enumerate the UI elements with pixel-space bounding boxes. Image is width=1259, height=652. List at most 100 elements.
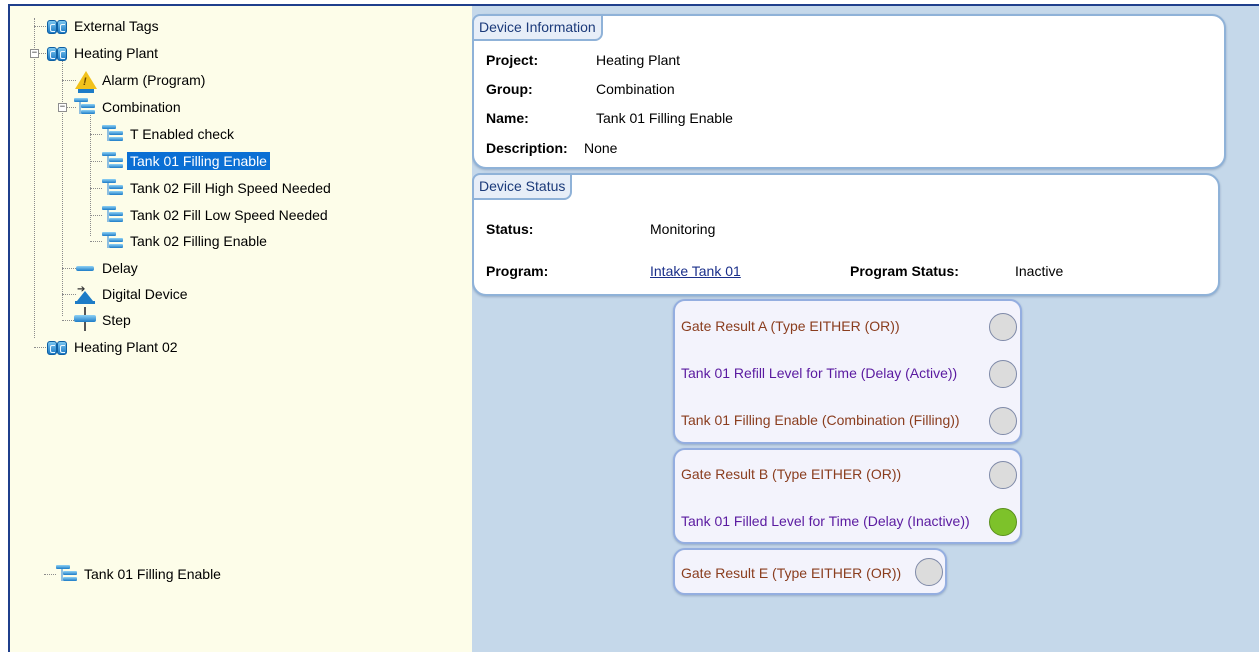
name-row: Name: Tank 01 Filling Enable (486, 110, 733, 126)
group-row: Group: Combination (486, 81, 675, 97)
tree-item-label: Tank 02 Fill Low Speed Needed (130, 207, 328, 223)
description-label: Description: (486, 140, 568, 156)
gate-row: Gate Result B (Type EITHER (OR)) (681, 466, 901, 482)
tree-item-tank-02-fill-low-speed[interactable]: Tank 02 Fill Low Speed Needed (102, 203, 331, 227)
program-row: Program: Intake Tank 01 (486, 263, 741, 279)
step-icon (74, 307, 96, 331)
tree-item-label: Tank 02 Filling Enable (130, 233, 267, 249)
gate-condition-label: Tank 01 Filling Enable (Combination (Fil… (681, 412, 960, 428)
project-label: Project: (486, 52, 539, 68)
name-value: Tank 01 Filling Enable (596, 110, 733, 126)
status-lamp-icon (989, 461, 1017, 489)
folder-icon (46, 43, 68, 63)
tree-item-delay[interactable]: Delay (74, 256, 141, 280)
gate-row: Tank 01 Refill Level for Time (Delay (Ac… (681, 365, 957, 381)
gate-result-label: Gate Result E (Type EITHER (OR)) (681, 565, 902, 581)
tree-item-external-tags[interactable]: External Tags (46, 14, 162, 38)
tree-item-t-enabled-check[interactable]: T Enabled check (102, 122, 237, 146)
status-value: Monitoring (650, 221, 716, 237)
gate-row: Gate Result A (Type EITHER (OR)) (681, 318, 900, 334)
tree-line (90, 161, 102, 162)
tree-item-label: Alarm (Program) (102, 72, 206, 88)
gate-row: Tank 01 Filled Level for Time (Delay (In… (681, 513, 970, 529)
tree-item-combination[interactable]: Combination (74, 95, 184, 119)
detail-pane: Device Information Project: Heating Plant… (472, 6, 1259, 652)
tree-line (90, 110, 91, 236)
gate-row: Tank 01 Filling Enable (Combination (Fil… (681, 412, 960, 428)
description-value: None (584, 140, 618, 156)
combination-icon (74, 97, 96, 117)
name-label: Name: (486, 110, 529, 126)
tree-line (34, 18, 35, 338)
delay-icon (74, 258, 96, 278)
program-status-row: Program Status: Inactive (850, 263, 1063, 279)
folder-icon (46, 337, 68, 357)
combination-icon (102, 151, 124, 171)
gate-condition-label: Tank 01 Filled Level for Time (Delay (In… (681, 513, 970, 529)
tree-line (90, 215, 102, 216)
alarm-icon: ! (74, 70, 97, 93)
gate-result-a-panel: Gate Result A (Type EITHER (OR)) Tank 01… (673, 299, 1022, 444)
status-lamp-icon (989, 360, 1017, 388)
tree-line (34, 347, 46, 348)
status-lamp-icon (989, 407, 1017, 435)
folder-icon (46, 16, 68, 36)
tree-item-label: Heating Plant 02 (74, 339, 178, 355)
tree-item-heating-plant-02[interactable]: Heating Plant 02 (46, 335, 181, 359)
program-link[interactable]: Intake Tank 01 (650, 263, 741, 279)
tree-item-label: Combination (102, 99, 181, 115)
gate-result-label: Gate Result A (Type EITHER (OR)) (681, 318, 900, 334)
status-label: Status: (486, 221, 534, 237)
tree-line (34, 26, 46, 27)
combination-icon (56, 564, 78, 584)
tree-item-digital-device[interactable]: ➔ Digital Device (74, 282, 191, 306)
group-value: Combination (596, 81, 675, 97)
tree-item-label: Step (102, 312, 131, 328)
device-tree[interactable]: − − External Tags Heating Plant ! Alarm … (10, 6, 472, 652)
gate-row: Gate Result E (Type EITHER (OR)) (681, 565, 901, 581)
combination-icon (102, 205, 124, 225)
device-status-tab: Device Status (472, 173, 573, 200)
gate-result-label: Gate Result B (Type EITHER (OR)) (681, 466, 902, 482)
tree-item-label: Tank 01 Filling Enable (127, 152, 270, 170)
tree-item-step[interactable]: Step (74, 307, 134, 332)
tree-item-label: External Tags (74, 18, 159, 34)
collapse-combination-icon[interactable]: − (58, 103, 67, 112)
combination-icon (102, 178, 124, 198)
collapse-heating-plant-icon[interactable]: − (30, 49, 39, 58)
project-row: Project: Heating Plant (486, 52, 680, 68)
tree-line (90, 134, 102, 135)
tree-line (90, 188, 102, 189)
tree-line (90, 241, 102, 242)
tree-item-alarm-program[interactable]: ! Alarm (Program) (74, 68, 208, 93)
tree-item-tank-02-filling-enable[interactable]: Tank 02 Filling Enable (102, 229, 270, 253)
tree-item-label: Heating Plant (74, 45, 159, 61)
tree-item-label: Tank 01 Filling Enable (84, 566, 221, 582)
tree-item-label: T Enabled check (130, 126, 235, 142)
tree-item-heating-plant[interactable]: Heating Plant (46, 41, 161, 65)
description-row: Description: None (486, 140, 617, 156)
tree-item-label: Digital Device (102, 286, 188, 302)
device-information-panel: Device Information Project: Heating Plant… (472, 14, 1226, 169)
device-status-panel: Device Status Status: Monitoring Program:… (472, 173, 1220, 296)
tree-item-tank-01-filling-enable[interactable]: Tank 01 Filling Enable (102, 149, 270, 173)
digital-device-icon: ➔ (74, 284, 96, 304)
status-lamp-icon (989, 508, 1017, 536)
combination-icon (102, 231, 124, 251)
status-lamp-icon (915, 558, 943, 586)
group-label: Group: (486, 81, 533, 97)
program-status-label: Program Status: (850, 263, 959, 279)
status-row: Status: Monitoring (486, 221, 715, 237)
tree-item-label: Delay (102, 260, 138, 276)
gate-result-b-panel: Gate Result B (Type EITHER (OR)) Tank 01… (673, 448, 1022, 544)
tree-item-detached-tank-01-filling-enable[interactable]: Tank 01 Filling Enable (56, 562, 224, 586)
device-information-tab: Device Information (472, 14, 603, 41)
tree-item-tank-02-fill-high-speed[interactable]: Tank 02 Fill High Speed Needed (102, 176, 334, 200)
status-lamp-icon (989, 313, 1017, 341)
tree-item-label: Tank 02 Fill High Speed Needed (130, 180, 331, 196)
tree-line (44, 574, 56, 575)
combination-icon (102, 124, 124, 144)
gate-result-e-panel: Gate Result E (Type EITHER (OR)) (673, 548, 947, 595)
program-status-value: Inactive (1015, 263, 1064, 279)
tree-line (62, 54, 63, 316)
